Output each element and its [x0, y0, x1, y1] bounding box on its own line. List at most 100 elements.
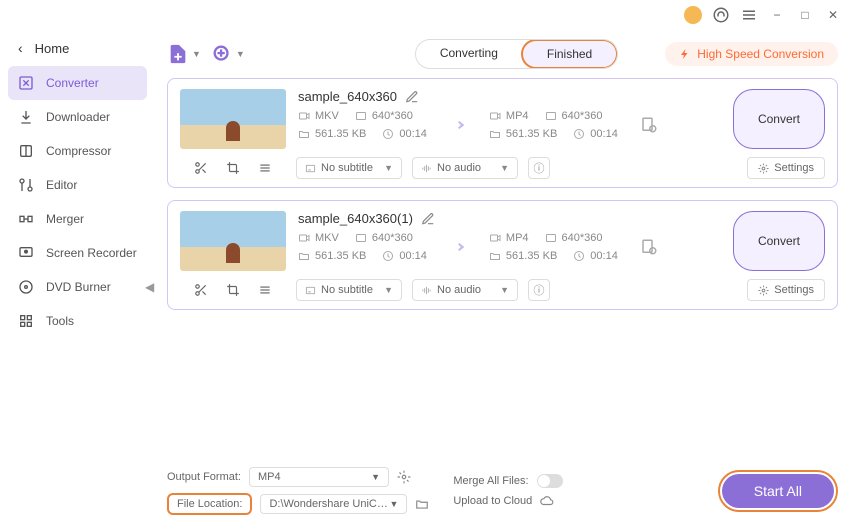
sidebar-item-label: Editor — [46, 178, 77, 192]
output-format-value: MP4 — [258, 471, 281, 483]
settings-button[interactable]: Settings — [747, 279, 825, 301]
sidebar-item-compressor[interactable]: Compressor — [8, 134, 147, 168]
convert-button[interactable]: Convert — [733, 211, 825, 271]
start-all-button[interactable]: Start All — [722, 474, 834, 508]
compressor-icon — [18, 143, 34, 159]
cloud-label: Upload to Cloud — [453, 495, 532, 507]
dvd-burner-icon — [18, 279, 34, 295]
sidebar-item-tools[interactable]: Tools — [8, 304, 147, 338]
dst-size: 561.35 KB — [506, 128, 557, 140]
add-url-button[interactable]: ▼ — [211, 43, 245, 65]
cloud-icon[interactable] — [540, 494, 554, 508]
output-format-select[interactable]: MP4▼ — [249, 467, 389, 487]
arrow-right-icon — [447, 114, 469, 136]
add-file-icon — [167, 43, 189, 65]
subtitle-select[interactable]: No subtitle▼ — [296, 157, 402, 179]
resolution-icon — [355, 232, 367, 244]
file-location-label: File Location: — [167, 493, 252, 515]
avatar[interactable] — [684, 6, 702, 24]
chevron-down-icon: ▼ — [192, 49, 201, 59]
video-icon — [489, 110, 501, 122]
sidebar-item-label: Downloader — [46, 110, 110, 124]
dst-resolution: 640*360 — [562, 232, 603, 244]
sidebar-item-label: Merger — [46, 212, 84, 226]
output-settings-icon[interactable] — [640, 116, 658, 134]
edit-icon[interactable] — [421, 212, 435, 226]
file-card: sample_640x360(1) MKV 640*360 561.35 KB … — [167, 200, 838, 310]
high-speed-conversion-button[interactable]: High Speed Conversion — [665, 42, 838, 66]
clock-icon — [382, 128, 394, 140]
sidebar-item-merger[interactable]: Merger — [8, 202, 147, 236]
close-button[interactable]: ✕ — [824, 6, 842, 24]
start-all-wrapper: Start All — [718, 470, 838, 512]
file-name: sample_640x360(1) — [298, 211, 413, 226]
sidebar-item-label: Screen Recorder — [46, 246, 137, 260]
src-size: 561.35 KB — [315, 250, 366, 262]
screen-recorder-icon — [18, 245, 34, 261]
sidebar-item-screen-recorder[interactable]: Screen Recorder — [8, 236, 147, 270]
minimize-button[interactable]: − — [768, 6, 786, 24]
info-button[interactable]: ⓘ — [528, 157, 550, 179]
menu-icon[interactable] — [740, 6, 758, 24]
chevron-down-icon: ▼ — [384, 285, 393, 295]
video-icon — [298, 232, 310, 244]
format-settings-icon[interactable] — [397, 470, 411, 484]
output-settings-icon[interactable] — [640, 238, 658, 256]
sidebar-item-downloader[interactable]: Downloader — [8, 100, 147, 134]
subtitle-value: No subtitle — [321, 284, 373, 296]
info-button[interactable]: ⓘ — [528, 279, 550, 301]
folder-icon — [489, 128, 501, 140]
src-format: MKV — [315, 110, 339, 122]
support-icon[interactable] — [712, 6, 730, 24]
settings-label: Settings — [774, 162, 814, 174]
src-resolution: 640*360 — [372, 110, 413, 122]
arrow-right-icon — [447, 236, 469, 258]
maximize-button[interactable]: □ — [796, 6, 814, 24]
settings-button[interactable]: Settings — [747, 157, 825, 179]
audio-select[interactable]: No audio ▼ — [412, 279, 518, 301]
dst-format: MP4 — [506, 232, 529, 244]
sidebar-item-converter[interactable]: Converter — [8, 66, 147, 100]
video-thumbnail[interactable] — [180, 211, 286, 271]
audio-value: No audio — [437, 284, 481, 296]
gear-icon — [758, 163, 769, 174]
trim-icon[interactable] — [194, 283, 208, 297]
trim-icon[interactable] — [194, 161, 208, 175]
merger-icon — [18, 211, 34, 227]
video-thumbnail[interactable] — [180, 89, 286, 149]
tab-converting[interactable]: Converting — [416, 40, 522, 68]
chevron-down-icon: ▼ — [500, 285, 509, 295]
more-icon[interactable] — [258, 161, 272, 175]
chevron-left-icon: ‹ — [18, 40, 23, 56]
clock-icon — [382, 250, 394, 262]
add-file-button[interactable]: ▼ — [167, 43, 201, 65]
file-location-select[interactable]: D:\Wondershare UniConverter 1▼ — [260, 494, 407, 514]
chevron-down-icon: ▼ — [236, 49, 245, 59]
high-speed-label: High Speed Conversion — [697, 47, 824, 61]
resolution-icon — [355, 110, 367, 122]
home-label: Home — [35, 41, 70, 56]
tab-finished[interactable]: Finished — [521, 39, 618, 69]
crop-icon[interactable] — [226, 283, 240, 297]
sidebar-item-editor[interactable]: Editor — [8, 168, 147, 202]
dst-size: 561.35 KB — [506, 250, 557, 262]
convert-button[interactable]: Convert — [733, 89, 825, 149]
tools-icon — [18, 313, 34, 329]
chevron-down-icon: ▼ — [500, 163, 509, 173]
audio-value: No audio — [437, 162, 481, 174]
open-folder-icon[interactable] — [415, 497, 429, 511]
clock-icon — [573, 250, 585, 262]
home-button[interactable]: ‹ Home — [8, 30, 147, 66]
crop-icon[interactable] — [226, 161, 240, 175]
resolution-icon — [545, 232, 557, 244]
merge-toggle[interactable] — [537, 474, 563, 488]
dst-duration: 00:14 — [590, 250, 618, 262]
subtitle-select[interactable]: No subtitle ▼ — [296, 279, 402, 301]
edit-icon[interactable] — [405, 90, 419, 104]
more-icon[interactable] — [258, 283, 272, 297]
folder-icon — [298, 250, 310, 262]
merge-label: Merge All Files: — [453, 475, 528, 487]
sidebar-item-dvd-burner[interactable]: DVD Burner — [8, 270, 147, 304]
output-format-label: Output Format: — [167, 471, 241, 483]
audio-select[interactable]: No audio ▼ — [412, 157, 518, 179]
